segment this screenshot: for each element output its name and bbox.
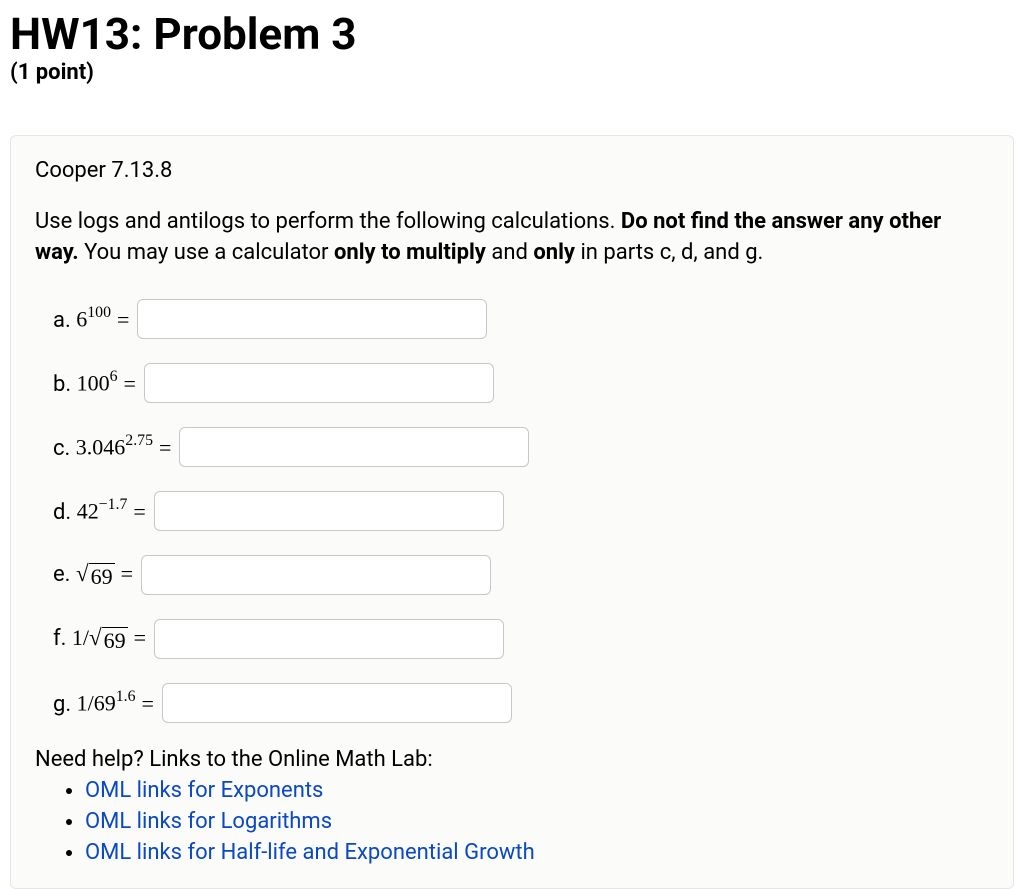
- problem-a: a. 6100 =: [53, 299, 989, 339]
- help-link-logarithms[interactable]: OML links for Logarithms: [85, 809, 332, 834]
- radicand: 69: [89, 563, 115, 589]
- answer-input-f[interactable]: [154, 619, 504, 659]
- help-link-exponents[interactable]: OML links for Exponents: [85, 778, 323, 803]
- instructions-text: in parts c, d, and g.: [575, 240, 763, 265]
- help-header: Need help? Links to the Online Math Lab:: [35, 747, 989, 772]
- answer-input-d[interactable]: [154, 491, 504, 531]
- problem-b: b. 1006 =: [53, 363, 989, 403]
- prefix: 1/: [72, 625, 89, 650]
- exponent: 6: [110, 368, 118, 385]
- problem-c-label: c. 3.0462.75 =: [53, 433, 179, 460]
- page-title: HW13: Problem 3: [10, 10, 1014, 58]
- problem-e: e. √69=: [53, 555, 989, 595]
- answer-input-e[interactable]: [141, 555, 491, 595]
- exponent: 1.6: [116, 688, 136, 705]
- answer-input-a[interactable]: [137, 299, 487, 339]
- help-link-halflife[interactable]: OML links for Half-life and Exponential …: [85, 840, 535, 865]
- problem-f-label: f. 1/√69=: [53, 625, 154, 652]
- exponent: 2.75: [125, 432, 153, 449]
- part-letter: f.: [53, 626, 66, 651]
- problem-d: d. 42−1.7 =: [53, 491, 989, 531]
- part-letter: e.: [53, 562, 70, 587]
- equals-sign: =: [133, 499, 145, 525]
- instructions: Use logs and antilogs to perform the fol…: [35, 207, 989, 269]
- instructions-bold-3: only: [533, 240, 575, 265]
- equals-sign: =: [124, 371, 136, 397]
- list-item: OML links for Exponents: [85, 776, 989, 807]
- problem-f: f. 1/√69=: [53, 619, 989, 659]
- problem-g-label: g. 1/691.6 =: [53, 689, 162, 716]
- instructions-text: You may use a calculator: [79, 240, 334, 265]
- problem-a-label: a. 6100 =: [53, 305, 137, 332]
- base: 42: [77, 499, 99, 524]
- problem-container: Cooper 7.13.8 Use logs and antilogs to p…: [10, 135, 1014, 889]
- help-links-list: OML links for Exponents OML links for Lo…: [35, 776, 989, 868]
- problem-g: g. 1/691.6 =: [53, 683, 989, 723]
- equals-sign: =: [142, 691, 154, 717]
- equals-sign: =: [159, 435, 171, 461]
- points-label: (1 point): [10, 60, 1014, 85]
- exponent: −1.7: [99, 496, 128, 513]
- part-letter: c.: [53, 436, 70, 461]
- part-letter: b.: [53, 372, 71, 397]
- exponent: 100: [87, 304, 111, 321]
- sqrt: √69: [89, 626, 128, 652]
- problem-c: c. 3.0462.75 =: [53, 427, 989, 467]
- part-letter: g.: [53, 692, 71, 717]
- radical-icon: √: [89, 626, 102, 649]
- answer-input-c[interactable]: [179, 427, 529, 467]
- part-letter: d.: [53, 500, 71, 525]
- base: 69: [94, 691, 116, 716]
- equals-sign: =: [121, 561, 133, 587]
- sqrt: √69: [76, 562, 115, 588]
- instructions-text: Use logs and antilogs to perform the fol…: [35, 209, 621, 234]
- equals-sign: =: [134, 625, 146, 651]
- list-item: OML links for Logarithms: [85, 807, 989, 838]
- problem-e-label: e. √69=: [53, 561, 141, 588]
- equals-sign: =: [117, 307, 129, 333]
- answer-input-g[interactable]: [162, 683, 512, 723]
- answer-input-b[interactable]: [144, 363, 494, 403]
- part-letter: a.: [53, 308, 71, 333]
- radical-icon: √: [76, 562, 89, 585]
- prefix: 1/: [77, 691, 94, 716]
- base: 3.046: [76, 435, 126, 460]
- list-item: OML links for Half-life and Exponential …: [85, 838, 989, 869]
- textbook-reference: Cooper 7.13.8: [35, 158, 989, 183]
- base: 6: [76, 307, 87, 332]
- instructions-bold-2: only to multiply: [334, 240, 486, 265]
- problem-b-label: b. 1006 =: [53, 369, 144, 396]
- radicand: 69: [102, 627, 128, 653]
- base: 100: [77, 371, 110, 396]
- problem-d-label: d. 42−1.7 =: [53, 497, 154, 524]
- instructions-text: and: [486, 240, 533, 265]
